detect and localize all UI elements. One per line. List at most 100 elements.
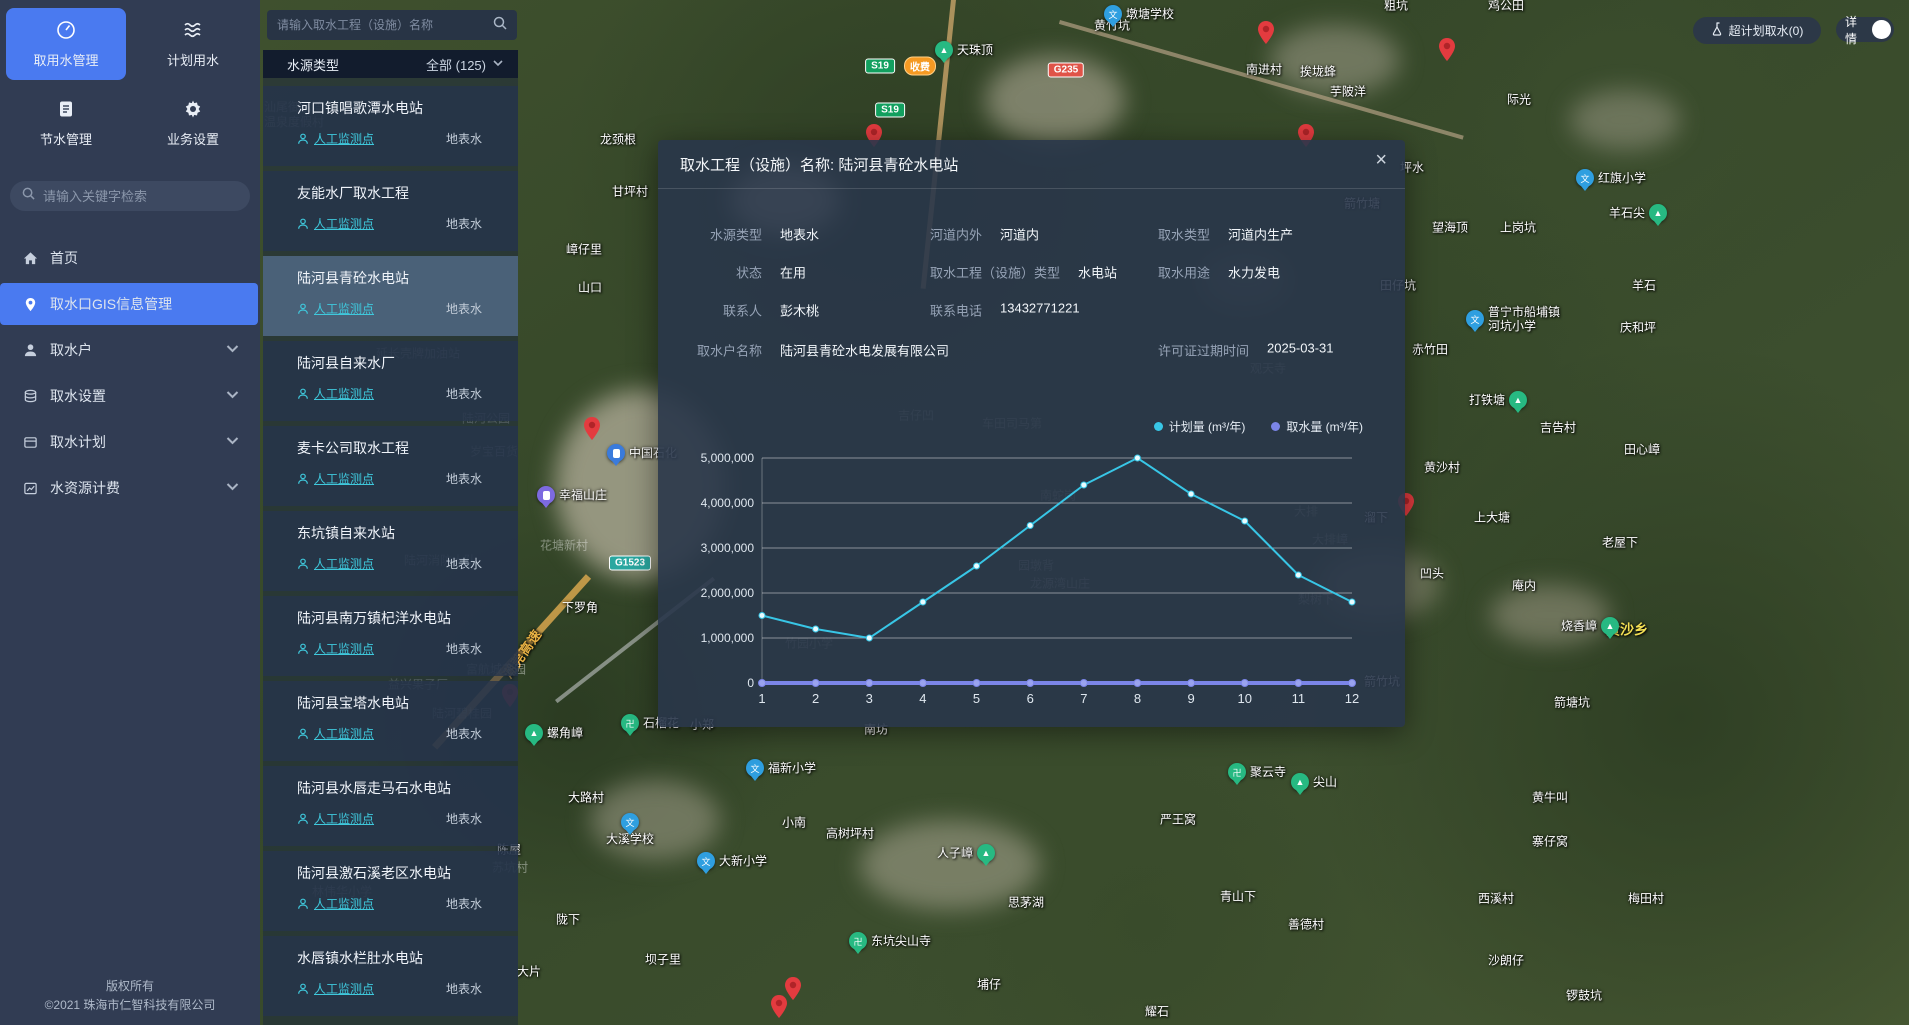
map-label: 芋陂洋	[1330, 85, 1366, 100]
menu-item-home[interactable]: 首页	[0, 237, 258, 279]
field-label: 状态	[680, 263, 762, 282]
svg-text:11: 11	[1292, 691, 1306, 706]
menu-item-intake-plan[interactable]: 取水计划	[0, 421, 258, 463]
school-marker[interactable]: 文墩塘学校	[1104, 5, 1174, 23]
close-icon[interactable]: ×	[1375, 150, 1387, 170]
field-value: 水电站	[1078, 263, 1117, 282]
sidebar-search[interactable]	[10, 181, 250, 211]
map-label: 箭塘坑	[1554, 696, 1590, 711]
tile-water-usage-mgmt[interactable]: 取用水管理	[6, 8, 126, 80]
tile-planned-water[interactable]: 计划用水	[133, 8, 253, 80]
copyright-line2: ©2021 珠海市仁智科技有限公司	[0, 996, 260, 1015]
list-item[interactable]: 友能水厂取水工程 人工监测点 地表水	[263, 171, 518, 251]
over-plan-intake-button[interactable]: 超计划取水(0)	[1693, 17, 1821, 44]
database-icon	[22, 389, 38, 404]
home-icon	[22, 251, 38, 266]
search-icon[interactable]	[493, 16, 507, 35]
red-pin-icon[interactable]	[1258, 21, 1275, 44]
monitor-point-link[interactable]: 人工监测点	[297, 385, 374, 402]
toggle-knob[interactable]	[1872, 20, 1891, 39]
menu-label: 首页	[50, 248, 78, 268]
menu-item-intake-settings[interactable]: 取水设置	[0, 375, 258, 417]
facility-search[interactable]	[267, 10, 517, 40]
field-label: 许可证过期时间	[1158, 341, 1249, 360]
mountain-marker[interactable]: ▲人子嶂	[937, 844, 995, 862]
list-item[interactable]: 陆河县宝塔水电站 人工监测点 地表水	[263, 681, 518, 761]
school-marker[interactable]: 文普宁市船埔镇 河坑小学	[1466, 305, 1560, 334]
monitor-point-link[interactable]: 人工监测点	[297, 725, 374, 742]
list-item[interactable]: 东坑镇自来水站 人工监测点 地表水	[263, 511, 518, 591]
map-label: 沙朗仔	[1488, 954, 1524, 969]
field-value: 2025-03-31	[1267, 341, 1334, 360]
sidebar-search-input[interactable]	[43, 189, 238, 204]
road-badge: 收费	[904, 57, 936, 76]
school-icon: 文	[746, 759, 764, 777]
mountain-marker[interactable]: ▲尖山	[1291, 773, 1337, 791]
facility-search-input[interactable]	[277, 18, 493, 32]
school-marker[interactable]: 文红旗小学	[1576, 169, 1646, 187]
mountain-marker[interactable]: ▲螺角嶂	[525, 724, 583, 742]
map-label: 耀石	[1145, 1005, 1169, 1020]
svg-text:6: 6	[1027, 691, 1034, 706]
monitor-point-link[interactable]: 人工监测点	[297, 810, 374, 827]
red-pin-icon[interactable]	[584, 417, 601, 440]
map-pin-icon	[22, 297, 38, 312]
list-item[interactable]: 陆河县自来水厂 人工监测点 地表水	[263, 341, 518, 421]
facility-list-header[interactable]: 水源类型 全部 (125)	[263, 50, 518, 78]
monitor-point-link[interactable]: 人工监测点	[297, 640, 374, 657]
map-label: 尖山	[1313, 775, 1337, 789]
list-item[interactable]: 陆河县南万镇杞洋水电站 人工监测点 地表水	[263, 596, 518, 676]
tile-label: 业务设置	[167, 129, 219, 148]
monitor-point-link[interactable]: 人工监测点	[297, 470, 374, 487]
monitor-point-link[interactable]: 人工监测点	[297, 215, 374, 232]
school-marker[interactable]: 文福新小学	[746, 759, 816, 777]
list-item[interactable]: 麦卡公司取水工程 人工监测点 地表水	[263, 426, 518, 506]
field-状态: 状态 在用	[680, 263, 806, 282]
person-icon	[297, 473, 309, 485]
svg-text:1: 1	[758, 691, 765, 706]
chevron-down-icon[interactable]	[492, 57, 504, 72]
list-item[interactable]: 陆河县激石溪老区水电站 人工监测点 地表水	[263, 851, 518, 931]
menu-item-gis-info-mgmt[interactable]: 取水口GIS信息管理	[0, 283, 258, 325]
list-item[interactable]: 陆河县青砼水电站 人工监测点 地表水	[263, 256, 518, 336]
monitor-point-link[interactable]: 人工监测点	[297, 130, 374, 147]
field-取水类型: 取水类型 河道内生产	[1158, 225, 1293, 244]
map-label: 羊石尖	[1609, 206, 1645, 220]
list-item[interactable]: 陆河县水唇走马石水电站 人工监测点 地表水	[263, 766, 518, 846]
detail-toggle[interactable]: 详情	[1836, 17, 1894, 42]
menu-item-water-billing[interactable]: 水资源计费	[0, 467, 258, 509]
map-label: 墩塘学校	[1126, 7, 1174, 21]
school-marker[interactable]: 文大新小学	[697, 852, 767, 870]
map-label: 上大塘	[1474, 511, 1510, 526]
red-pin-icon[interactable]	[785, 977, 802, 1000]
mountain-marker[interactable]: ▲烧香嶂	[1561, 617, 1619, 635]
person-icon	[297, 218, 309, 230]
mountain-marker[interactable]: ▲天珠顶	[935, 41, 993, 59]
modal-title: 取水工程（设施）名称: 陆河县青砼水电站	[680, 154, 958, 175]
red-pin-icon[interactable]	[1439, 38, 1456, 61]
lodge-marker[interactable]: 幸福山庄	[537, 486, 607, 504]
field-取水用途: 取水用途 水力发电	[1158, 263, 1280, 282]
map-label: 西溪村	[1478, 892, 1514, 907]
mountain-marker[interactable]: ▲打铁塘	[1469, 391, 1527, 409]
temple-marker[interactable]: 卍东坑尖山寺	[849, 932, 931, 950]
tile-water-saving-mgmt[interactable]: 节水管理	[6, 87, 126, 159]
tile-business-settings[interactable]: 业务设置	[133, 87, 253, 159]
temple-marker[interactable]: 卍聚云寺	[1228, 763, 1286, 781]
search-icon	[22, 187, 35, 205]
monitor-point-link[interactable]: 人工监测点	[297, 980, 374, 997]
field-value: 水力发电	[1228, 263, 1280, 282]
map-label: 山口	[578, 281, 602, 296]
monitor-point-link[interactable]: 人工监测点	[297, 895, 374, 912]
map-label: 庆和坪	[1620, 321, 1656, 336]
map-label: 下罗角	[562, 601, 598, 616]
menu-item-water-users[interactable]: 取水户	[0, 329, 258, 371]
monitor-point-link[interactable]: 人工监测点	[297, 555, 374, 572]
svg-text:0: 0	[747, 676, 754, 690]
list-item[interactable]: 水唇镇水栏肚水电站 人工监测点 地表水	[263, 936, 518, 1016]
monitor-point-link[interactable]: 人工监测点	[297, 300, 374, 317]
school-marker[interactable]: 文大溪学校	[606, 813, 654, 846]
mountain-marker[interactable]: ▲羊石尖	[1609, 204, 1667, 222]
field-label: 取水工程（设施）类型	[930, 263, 1060, 282]
list-item[interactable]: 河口镇唱歌潭水电站 人工监测点 地表水	[263, 86, 518, 166]
